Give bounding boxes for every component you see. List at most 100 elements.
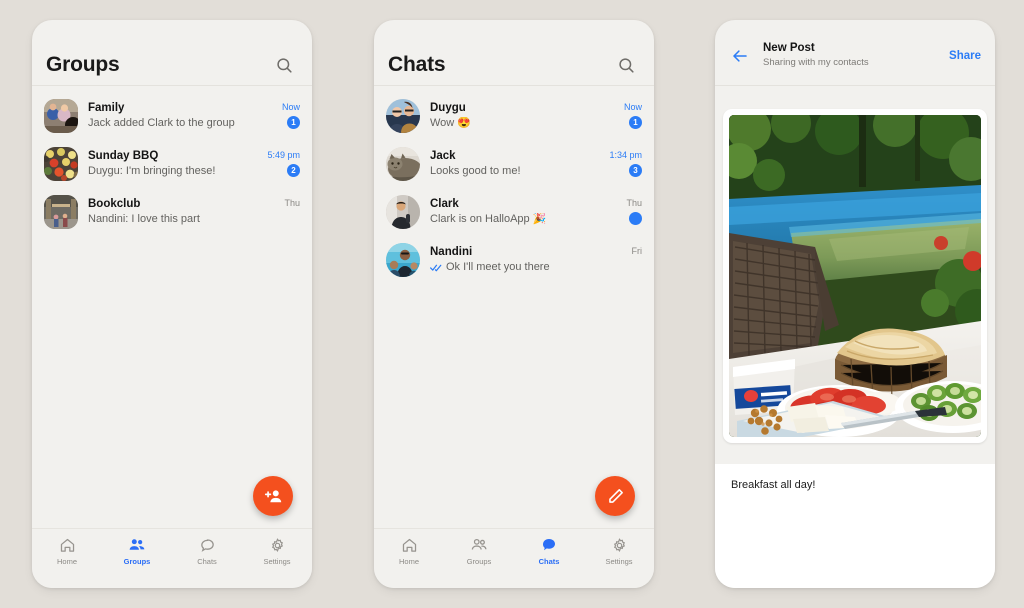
tab-groups[interactable]: Groups xyxy=(102,536,172,566)
avatar xyxy=(386,195,420,229)
tab-label: Groups xyxy=(466,557,492,566)
avatar xyxy=(44,195,78,229)
share-button[interactable]: Share xyxy=(949,50,981,62)
search-icon[interactable] xyxy=(614,53,638,77)
group-preview: Jack added Clark to the group xyxy=(88,117,254,130)
tab-label: Settings xyxy=(263,557,291,566)
tab-home[interactable]: Home xyxy=(374,536,444,566)
timestamp: Thu xyxy=(626,198,642,208)
bottom-tab-bar: Home Groups Chats Settings xyxy=(374,528,654,588)
settings-gear-icon xyxy=(610,536,628,554)
page-title: Chats xyxy=(388,53,446,76)
caption-area[interactable]: Breakfast all day! xyxy=(715,464,995,588)
timestamp: Thu xyxy=(284,198,300,208)
group-preview: Duygu: I'm bringing these! xyxy=(88,165,254,178)
list-item[interactable]: Bookclub Nandini: I love this part Thu xyxy=(32,188,312,236)
contact-name: Duygu xyxy=(430,101,466,114)
message-preview: Ok I'll meet you there xyxy=(430,261,596,274)
group-name: Sunday BBQ xyxy=(88,149,159,162)
avatar xyxy=(44,147,78,181)
list-item-text: Clark Clark is on HalloApp 🎉 xyxy=(430,198,596,226)
screenshot-stage: Groups Family Jack added Clark to the gr… xyxy=(0,0,1024,608)
chats-icon xyxy=(198,536,216,554)
message-preview: Wow 😍 xyxy=(430,117,596,130)
avatar xyxy=(386,99,420,133)
list-item-text: Bookclub Nandini: I love this part xyxy=(88,198,254,226)
post-photo[interactable] xyxy=(729,115,981,437)
preview-text: Jack added Clark to the group xyxy=(88,117,235,130)
preview-text: Wow 😍 xyxy=(430,117,471,130)
chats-list: Duygu Wow 😍 Now 1 Jack Looks good to me!… xyxy=(374,86,654,528)
timestamp: Now xyxy=(281,102,300,112)
tab-chats[interactable]: Chats xyxy=(514,536,584,566)
audience-subtitle[interactable]: Sharing with my contacts xyxy=(763,57,949,69)
tab-settings[interactable]: Settings xyxy=(242,536,312,566)
tab-home[interactable]: Home xyxy=(32,536,102,566)
home-icon xyxy=(400,536,418,554)
unread-badge: 1 xyxy=(629,116,642,129)
preview-text: Ok I'll meet you there xyxy=(446,261,550,274)
preview-text: Nandini: I love this part xyxy=(88,213,200,226)
tab-groups[interactable]: Groups xyxy=(444,536,514,566)
timestamp: 5:49 pm xyxy=(267,150,300,160)
list-item[interactable]: Duygu Wow 😍 Now 1 xyxy=(374,92,654,140)
read-receipt-double-check-icon xyxy=(430,263,443,272)
page-title: Groups xyxy=(46,53,120,76)
timestamp: Now xyxy=(623,102,642,112)
list-item-meta: Thu xyxy=(254,199,300,225)
chats-phone-panel: Chats Duygu Wow 😍 Now 1 Jack Looks good … xyxy=(374,20,654,588)
tab-label: Home xyxy=(398,557,419,566)
settings-gear-icon xyxy=(268,536,286,554)
group-name: Family xyxy=(88,101,125,114)
new-post-titles: New Post Sharing with my contacts xyxy=(763,42,949,68)
unread-badge: 2 xyxy=(287,164,300,177)
list-item[interactable]: Family Jack added Clark to the group Now… xyxy=(32,92,312,140)
tab-label: Home xyxy=(56,557,77,566)
add-group-fab-button[interactable] xyxy=(253,476,293,516)
list-item-meta: Now 1 xyxy=(596,103,642,129)
new-post-phone-panel: New Post Sharing with my contacts Share xyxy=(715,20,995,588)
list-item[interactable]: Clark Clark is on HalloApp 🎉 Thu xyxy=(374,188,654,236)
list-item-text: Nandini Ok I'll meet you there xyxy=(430,246,596,274)
groups-icon xyxy=(128,536,146,554)
page-title: New Post xyxy=(763,42,815,55)
unread-dot-badge xyxy=(629,212,642,225)
avatar xyxy=(386,147,420,181)
tab-chats[interactable]: Chats xyxy=(172,536,242,566)
tab-settings[interactable]: Settings xyxy=(584,536,654,566)
list-item[interactable]: Nandini Ok I'll meet you there Fri xyxy=(374,236,654,284)
back-arrow-icon[interactable] xyxy=(729,45,751,67)
avatar xyxy=(44,99,78,133)
preview-text: Looks good to me! xyxy=(430,165,521,178)
chats-header: Chats xyxy=(374,20,654,86)
home-icon xyxy=(58,536,76,554)
contact-name: Jack xyxy=(430,149,456,162)
group-preview: Nandini: I love this part xyxy=(88,213,254,226)
list-item-text: Jack Looks good to me! xyxy=(430,150,596,178)
caption-text: Breakfast all day! xyxy=(731,479,816,491)
avatar xyxy=(386,243,420,277)
new-post-body: Breakfast all day! xyxy=(715,86,995,588)
groups-icon xyxy=(470,536,488,554)
preview-text: Duygu: I'm bringing these! xyxy=(88,165,216,178)
groups-phone-panel: Groups Family Jack added Clark to the gr… xyxy=(32,20,312,588)
list-item[interactable]: Jack Looks good to me! 1:34 pm 3 xyxy=(374,140,654,188)
search-icon[interactable] xyxy=(272,53,296,77)
bottom-tab-bar: Home Groups Chats Settings xyxy=(32,528,312,588)
photo-card xyxy=(723,109,987,443)
preview-text: Clark is on HalloApp 🎉 xyxy=(430,213,547,226)
list-item-meta: Thu xyxy=(596,199,642,225)
new-post-header: New Post Sharing with my contacts Share xyxy=(715,20,995,86)
list-item-meta: 1:34 pm 3 xyxy=(596,151,642,177)
contact-name: Clark xyxy=(430,197,459,210)
chats-icon xyxy=(540,536,558,554)
list-item-meta: Fri xyxy=(596,247,643,273)
tab-label: Chats xyxy=(197,557,217,566)
list-item-text: Family Jack added Clark to the group xyxy=(88,102,254,130)
list-item-meta: 5:49 pm 2 xyxy=(254,151,300,177)
message-preview: Looks good to me! xyxy=(430,165,596,178)
compose-message-fab-button[interactable] xyxy=(595,476,635,516)
list-item[interactable]: Sunday BBQ Duygu: I'm bringing these! 5:… xyxy=(32,140,312,188)
list-item-text: Duygu Wow 😍 xyxy=(430,102,596,130)
tab-label: Settings xyxy=(605,557,633,566)
